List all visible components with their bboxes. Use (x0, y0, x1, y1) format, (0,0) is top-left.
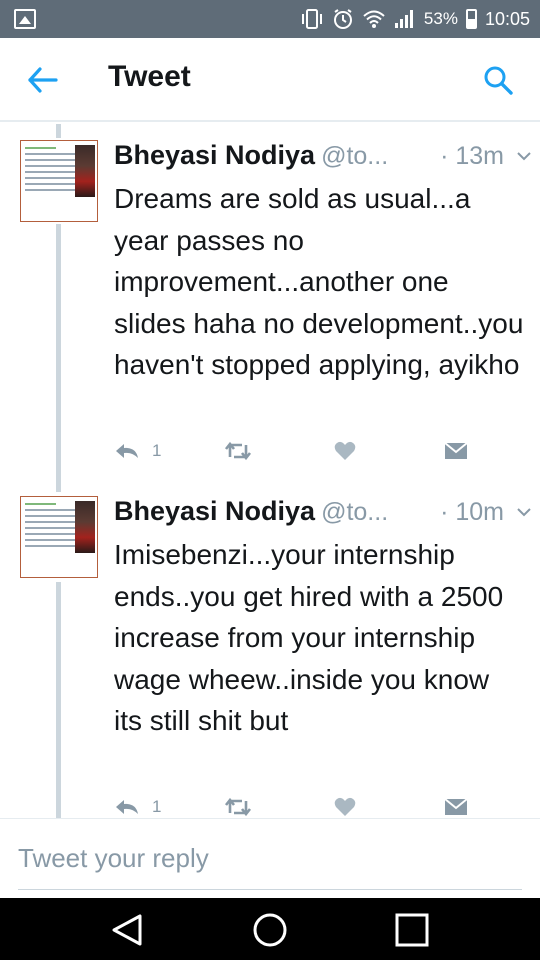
reply-input-underline (18, 889, 522, 890)
battery-icon (465, 9, 477, 29)
author-handle[interactable]: @to... (321, 498, 388, 527)
envelope-icon (444, 798, 468, 815)
reply-count: 1 (152, 441, 162, 460)
reply-button[interactable]: 1 (114, 438, 161, 464)
tweet-timestamp: · 10m (440, 498, 504, 526)
clock: 10:05 (484, 8, 530, 29)
chevron-down-icon[interactable] (516, 504, 532, 520)
retweet-icon (224, 441, 252, 461)
reply-icon (116, 800, 138, 814)
author-name[interactable]: Bheyasi Nodiya (114, 140, 315, 171)
tweet-actions: 1 (114, 794, 524, 818)
battery-percent: 53% (423, 9, 458, 28)
heart-icon (334, 797, 356, 816)
signal-icon (394, 10, 413, 28)
tweet-timestamp: · 13m (440, 142, 504, 170)
avatar[interactable] (20, 140, 98, 222)
app-bar: Tweet (0, 38, 540, 122)
author-handle[interactable]: @to... (321, 142, 388, 171)
reply-icon (116, 444, 138, 458)
thread-connector-line (56, 124, 61, 138)
retweet-button[interactable] (224, 438, 252, 464)
gallery-notification-icon (14, 9, 36, 29)
wifi-icon (363, 10, 385, 28)
tweet-text: Imisebenzi...your internship ends..you g… (114, 539, 504, 736)
back-arrow-icon[interactable] (26, 64, 60, 96)
alarm-icon (333, 9, 352, 29)
avatar[interactable] (20, 496, 98, 578)
thread-connector-line (56, 224, 61, 492)
nav-home-icon[interactable] (250, 910, 290, 950)
author-name[interactable]: Bheyasi Nodiya (114, 496, 315, 527)
reply-count: 1 (152, 797, 162, 816)
heart-icon (334, 441, 356, 460)
chevron-down-icon[interactable] (516, 148, 532, 164)
tweet-text: Dreams are sold as usual...a year passes… (114, 183, 524, 380)
direct-message-button[interactable] (444, 794, 468, 818)
direct-message-button[interactable] (444, 438, 468, 464)
nav-back-icon[interactable] (108, 910, 148, 950)
retweet-button[interactable] (224, 794, 252, 818)
reply-input[interactable]: Tweet your reply (18, 843, 209, 874)
reply-composer[interactable]: Tweet your reply (0, 818, 540, 898)
status-bar: 53% 10:05 (0, 0, 540, 38)
tweet-actions: 1 (114, 438, 524, 468)
system-navigation-bar (0, 898, 540, 960)
retweet-icon (224, 797, 252, 817)
thread-connector-line (56, 582, 61, 818)
status-right: 53% 10:05 (300, 0, 530, 38)
page-title: Tweet (108, 60, 191, 93)
conversation-thread: Bheyasi Nodiya @to... · 13m Dreams are s… (0, 124, 540, 818)
vibrate-icon (301, 9, 322, 29)
like-button[interactable] (334, 438, 356, 464)
reply-button[interactable]: 1 (114, 794, 161, 818)
like-button[interactable] (334, 794, 356, 818)
envelope-icon (444, 442, 468, 459)
search-icon[interactable] (482, 64, 514, 96)
nav-recents-icon[interactable] (392, 910, 432, 950)
